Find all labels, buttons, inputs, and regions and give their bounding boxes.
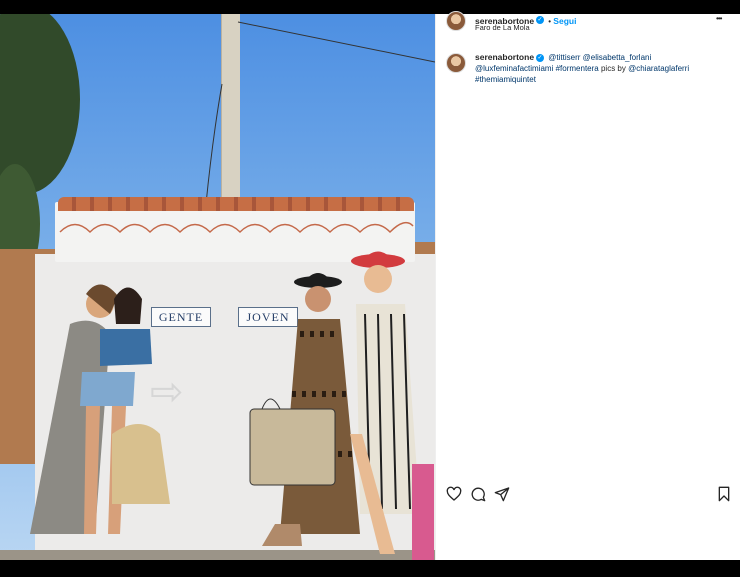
bottom-bar [0,560,740,577]
post-sidebar [435,14,740,560]
post-photo[interactable]: GENTE JOVEN ⇨ [0,14,435,560]
post-actions [446,486,736,502]
post-caption: serenabortone ✓ @tittiserr @elisabetta_fo… [475,52,725,85]
caption-text: pics by [598,64,629,73]
more-options-icon[interactable]: ••• [716,14,722,23]
caption-mention[interactable]: @elisabetta_forlani [583,53,652,62]
caption-mention[interactable]: @tittiserr [548,53,580,62]
share-icon[interactable] [494,486,510,502]
bookmark-icon[interactable] [716,486,732,502]
post-location[interactable]: Faro de La Mola [475,23,530,32]
comment-icon[interactable] [470,486,486,502]
author-avatar[interactable] [446,11,466,31]
top-bar [0,0,740,14]
caption-mention[interactable]: @luxfeminafactimiami [475,64,553,73]
caption-mention[interactable]: @chiarataglaferri [628,64,689,73]
verified-icon: ✓ [536,15,545,24]
verified-icon: ✓ [536,53,545,62]
follow-button[interactable]: Segui [553,16,576,26]
caption-username[interactable]: serenabortone [475,52,534,62]
heart-icon[interactable] [446,486,462,502]
caption-hashtag[interactable]: #formentera [556,64,599,73]
caption-hashtag[interactable]: #themiamiquintet [475,75,536,84]
caption-avatar[interactable] [446,53,466,73]
photo-people [30,251,434,560]
